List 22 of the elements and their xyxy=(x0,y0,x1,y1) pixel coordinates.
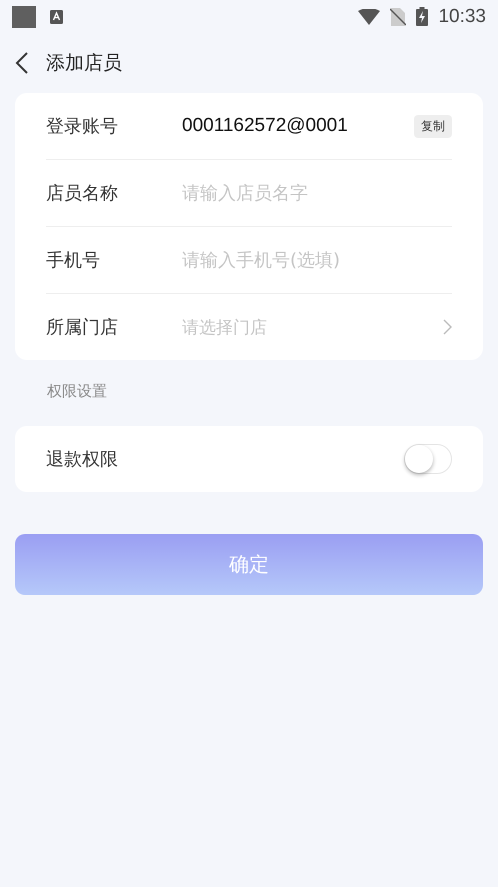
section-title: 权限设置 xyxy=(47,382,108,402)
input-field[interactable]: 请输入店员名字 xyxy=(182,182,452,204)
input-field[interactable]: 请输入手机号(选填) xyxy=(182,250,452,270)
field-label: 店员名称 xyxy=(46,182,119,205)
clock: 10:33 xyxy=(438,6,486,28)
toggle-switch[interactable] xyxy=(404,444,452,474)
wifi-icon xyxy=(358,8,380,24)
permission-label: 退款权限 xyxy=(46,448,119,471)
battery-charging-icon xyxy=(416,7,428,26)
copy-button[interactable]: 复制 xyxy=(414,114,452,138)
field-label: 手机号 xyxy=(46,249,101,272)
chevron-right-icon xyxy=(443,319,452,335)
back-icon[interactable] xyxy=(15,52,29,74)
store-select[interactable]: 请选择门店 xyxy=(182,316,452,338)
notification-icon xyxy=(12,6,36,28)
confirm-button[interactable]: 确定 xyxy=(15,534,483,595)
account-value: 0001162572@0001 xyxy=(182,115,349,137)
no-sim-icon xyxy=(390,8,406,26)
keyboard-icon xyxy=(50,10,63,24)
field-label: 登录账号 xyxy=(46,115,119,138)
field-label: 所属门店 xyxy=(46,316,119,339)
page-title: 添加店员 xyxy=(46,51,122,76)
